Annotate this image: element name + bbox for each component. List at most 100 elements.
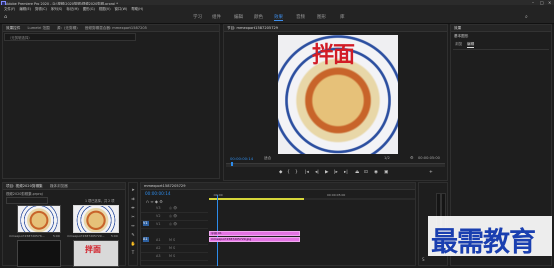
tab-program[interactable]: 节目: mmexport1587205729	[227, 26, 278, 30]
tab-source[interactable]: 源：(无剪辑)	[57, 26, 78, 30]
track-label-a2: A2	[156, 246, 161, 250]
no-clip-label: （无剪辑选择）	[8, 35, 32, 40]
tab-media-browser[interactable]: 媒体浏览器	[50, 184, 68, 188]
mark-in-icon[interactable]: {	[287, 170, 290, 175]
project-clip-thumbnail-3[interactable]	[17, 240, 61, 267]
search-icon[interactable]: ⌕	[525, 14, 528, 20]
fit-dropdown[interactable]: 适合	[264, 156, 271, 161]
play-icon[interactable]: ▶	[325, 170, 328, 175]
timeline-ruler[interactable]	[209, 198, 415, 200]
track-controls-icon[interactable]: M S	[169, 254, 175, 258]
button-editor-icon[interactable]: +	[429, 170, 433, 175]
source-panel: 效果控件 Lumetri 范围 源：(无剪辑) 音频剪辑混合器: mmexpor…	[2, 24, 220, 179]
source-patch-a1[interactable]: A1	[143, 237, 149, 242]
workspace-tab-editing[interactable]: 编辑	[234, 14, 243, 20]
transport-controls: ◆ { } |◂ ◂| ▶ |▸ ▸| ⏏ ⊡ ◉ ▣ +	[279, 170, 439, 176]
home-icon[interactable]: ⌂	[4, 14, 7, 20]
slip-tool-icon[interactable]: ↔	[130, 223, 136, 229]
extract-icon[interactable]: ⊡	[364, 170, 368, 175]
title-thumbnail-text: 拌面	[85, 245, 101, 254]
tab-edit[interactable]: 编辑	[467, 42, 475, 48]
go-to-in-icon[interactable]: |◂	[305, 170, 309, 175]
track-label-v3: V3	[156, 206, 161, 210]
solo-icon[interactable]: S	[422, 257, 425, 262]
tab-lumetri-scopes[interactable]: Lumetri 范围	[28, 26, 50, 30]
step-back-icon[interactable]: ◂|	[315, 170, 319, 175]
track-v1[interactable]: V1 V1 ◎ 👁	[141, 220, 208, 229]
program-video-frame[interactable]: 拌面	[278, 35, 398, 154]
workspace-tab-audio[interactable]: 音频	[296, 14, 305, 20]
tab-project[interactable]: 项目: 视频2020剪辑集	[6, 184, 43, 188]
program-monitor: 节目: mmexport1587205729 拌面 00:00:00:14 适合…	[223, 24, 448, 181]
export-frame-icon[interactable]: ◉	[374, 170, 378, 175]
track-controls-icon[interactable]: ◎ 👁	[169, 214, 177, 218]
track-controls-icon[interactable]: ◎ 👁	[169, 206, 177, 210]
clip-label-2: mmexport1587205729...	[67, 234, 105, 238]
timeline-clip-title[interactable]: 字幕 01	[209, 231, 300, 236]
playhead-timecode[interactable]: 00:00:00:14	[230, 156, 253, 161]
project-clip-thumbnail-1[interactable]	[17, 205, 61, 233]
tab-effect-controls[interactable]: 效果控件	[6, 26, 20, 30]
timeline-clip-image[interactable]: mmexport1587205729.jpg	[209, 237, 300, 242]
selection-tool-icon[interactable]: ➤	[130, 187, 136, 193]
watermark-text: 最需教育	[431, 227, 536, 258]
timeline-timecode[interactable]: 00:00:00:14	[145, 191, 171, 196]
workspace-tab-color[interactable]: 颜色	[254, 14, 263, 20]
track-label-v1: V1	[156, 222, 161, 226]
type-tool-icon[interactable]: T	[130, 250, 136, 256]
step-forward-icon[interactable]: |▸	[334, 170, 338, 175]
wrench-icon[interactable]: ⚙	[410, 155, 414, 160]
workspace-tab-learn[interactable]: 学习	[193, 14, 202, 20]
divider	[453, 49, 549, 50]
scrub-bar[interactable]	[226, 162, 445, 167]
razor-tool-icon[interactable]: ✂	[130, 214, 136, 220]
tab-audio-clip-mixer[interactable]: 音频剪辑混合器: mmexport1587205	[85, 26, 147, 30]
hand-tool-icon[interactable]: ✋	[130, 241, 136, 247]
tab-sequence[interactable]: mmexport1587205729	[144, 184, 186, 188]
no-clip-field: （无剪辑选择）	[4, 33, 136, 41]
timeline-toolbar: ∩ ∞ ◆ ⚙	[146, 199, 186, 204]
ripple-edit-tool-icon[interactable]: ⇹	[130, 205, 136, 211]
workspace-tab-libraries[interactable]: 库	[340, 14, 345, 20]
track-label-a1: A1	[156, 238, 161, 242]
project-panel: 项目: 视频2020剪辑集 媒体浏览器 视频2020剪辑集.prproj 1 项…	[2, 182, 126, 267]
overlay-title-text[interactable]: 拌面	[312, 37, 355, 69]
resolution-dropdown[interactable]: 1/2	[384, 156, 390, 160]
clip-duration-1: 5:00	[53, 234, 60, 238]
selection-count: 1 项已选择，共 2 项	[85, 199, 115, 203]
comparison-view-icon[interactable]: ▣	[384, 170, 388, 175]
timeline-tabstrip: mmexport1587205729	[141, 183, 415, 190]
playhead-marker[interactable]	[231, 162, 233, 166]
clip-duration-2: 5:00	[111, 234, 118, 238]
project-clip-thumbnail-4[interactable]: 拌面	[73, 240, 119, 267]
track-label-v2: V2	[156, 214, 161, 218]
track-a3[interactable]: A3 M S	[141, 252, 208, 261]
workspace-tab-effects[interactable]: 效果	[274, 14, 283, 21]
food-image	[74, 206, 118, 232]
track-controls-icon[interactable]: M S	[169, 246, 175, 250]
tab-browse[interactable]: 浏览	[455, 42, 462, 47]
lift-icon[interactable]: ⏏	[355, 170, 359, 175]
project-search-input[interactable]	[6, 197, 48, 204]
go-to-out-icon[interactable]: ▸|	[344, 170, 348, 175]
track-controls-icon[interactable]: M S	[169, 238, 175, 242]
food-image	[18, 206, 60, 232]
essential-graphics-label: 基本图形	[454, 34, 469, 38]
tab-effects[interactable]: 效果	[454, 26, 461, 30]
source-patch-v1[interactable]: V1	[143, 221, 149, 226]
work-area-bar[interactable]	[209, 198, 304, 200]
track-label-a3: A3	[156, 254, 161, 258]
add-marker-icon[interactable]: ◆	[279, 170, 282, 175]
effects-tabstrip: 效果	[451, 25, 551, 32]
track-select-tool-icon[interactable]: ⇉	[130, 196, 136, 202]
project-file-name: 视频2020剪辑集.prproj	[6, 192, 43, 196]
program-tabstrip: 节目: mmexport1587205729	[224, 25, 447, 32]
source-tabstrip: 效果控件 Lumetri 范围 源：(无剪辑) 音频剪辑混合器: mmexpor…	[3, 25, 219, 32]
clip-label-1: mmexport158720576...	[9, 234, 45, 238]
track-controls-icon[interactable]: ◎ 👁	[169, 222, 177, 226]
pen-tool-icon[interactable]: ✎	[130, 232, 136, 238]
workspace-tab-graphics[interactable]: 图形	[317, 14, 326, 20]
mark-out-icon[interactable]: }	[295, 170, 298, 175]
workspace-tab-assembly[interactable]: 组件	[212, 14, 221, 20]
project-clip-thumbnail-2[interactable]	[73, 205, 119, 233]
